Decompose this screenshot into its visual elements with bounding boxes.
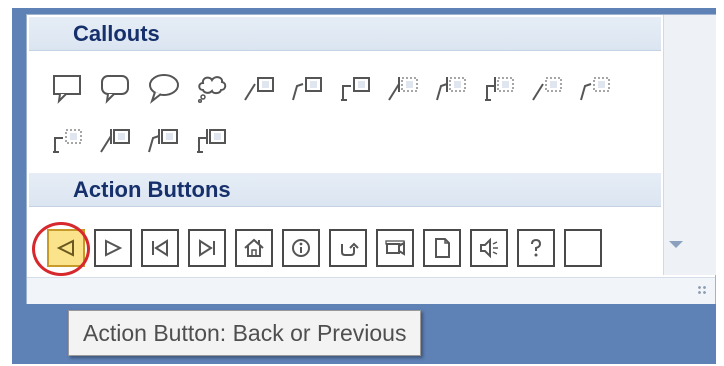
action-sound-icon <box>480 237 498 259</box>
line-callout-3-no-border-icon[interactable] <box>47 119 89 161</box>
rectangular-callout-icon[interactable] <box>47 67 89 109</box>
line-callout-1-icon[interactable] <box>239 67 281 109</box>
line-callout-2-no-border-icon[interactable] <box>575 67 617 109</box>
line-callout-3-border-accent-bar-icon[interactable] <box>191 119 233 161</box>
action-document-icon <box>435 238 450 258</box>
scroll-down-arrow-icon[interactable] <box>669 241 683 248</box>
action-help-icon <box>531 238 542 257</box>
action-movie-icon <box>385 240 405 256</box>
line-callout-2-accent-bar-icon[interactable] <box>431 67 473 109</box>
action-beginning-button[interactable] <box>141 229 179 267</box>
resize-grip-bar[interactable] <box>27 277 715 304</box>
action-beginning-icon <box>152 239 168 257</box>
callouts-section-header: Callouts <box>29 17 661 51</box>
line-callout-3-accent-bar-icon[interactable] <box>479 67 521 109</box>
action-back-previous-icon <box>56 239 74 257</box>
line-callout-1-no-border-icon[interactable] <box>527 67 569 109</box>
line-callout-3-icon[interactable] <box>335 67 377 109</box>
cloud-callout-icon[interactable] <box>191 67 233 109</box>
action-return-button[interactable] <box>329 229 367 267</box>
action-information-button[interactable] <box>282 229 320 267</box>
action-movie-button[interactable] <box>376 229 414 267</box>
action-end-icon <box>199 239 215 257</box>
action-home-button[interactable] <box>235 229 273 267</box>
callouts-row-1 <box>47 67 623 109</box>
line-callout-1-accent-bar-icon[interactable] <box>383 67 425 109</box>
action-custom-icon <box>571 236 595 260</box>
action-forward-next-button[interactable] <box>94 229 132 267</box>
screenshot-frame: Callouts Action Buttons Action Button: B… <box>12 8 716 364</box>
action-buttons-section-header: Action Buttons <box>29 173 661 207</box>
resize-grip-icon[interactable] <box>697 285 707 295</box>
gallery-scrollbar[interactable] <box>663 15 716 275</box>
action-home-icon <box>244 238 264 257</box>
action-back-previous-button[interactable] <box>47 229 85 267</box>
action-end-button[interactable] <box>188 229 226 267</box>
action-forward-next-icon <box>105 239 123 257</box>
oval-callout-icon[interactable] <box>143 67 185 109</box>
action-buttons-row <box>47 229 611 267</box>
tooltip: Action Button: Back or Previous <box>68 310 422 356</box>
action-sound-button[interactable] <box>470 229 508 267</box>
line-callout-2-icon[interactable] <box>287 67 329 109</box>
action-custom-button[interactable] <box>564 229 602 267</box>
action-help-button[interactable] <box>517 229 555 267</box>
action-document-button[interactable] <box>423 229 461 267</box>
shapes-gallery: Callouts Action Buttons <box>26 14 716 304</box>
action-information-icon <box>292 239 310 257</box>
callouts-row-2 <box>47 119 239 161</box>
line-callout-1-border-accent-bar-icon[interactable] <box>95 119 137 161</box>
line-callout-2-border-accent-bar-icon[interactable] <box>143 119 185 161</box>
rounded-rectangular-callout-icon[interactable] <box>95 67 137 109</box>
action-return-icon <box>341 242 359 256</box>
